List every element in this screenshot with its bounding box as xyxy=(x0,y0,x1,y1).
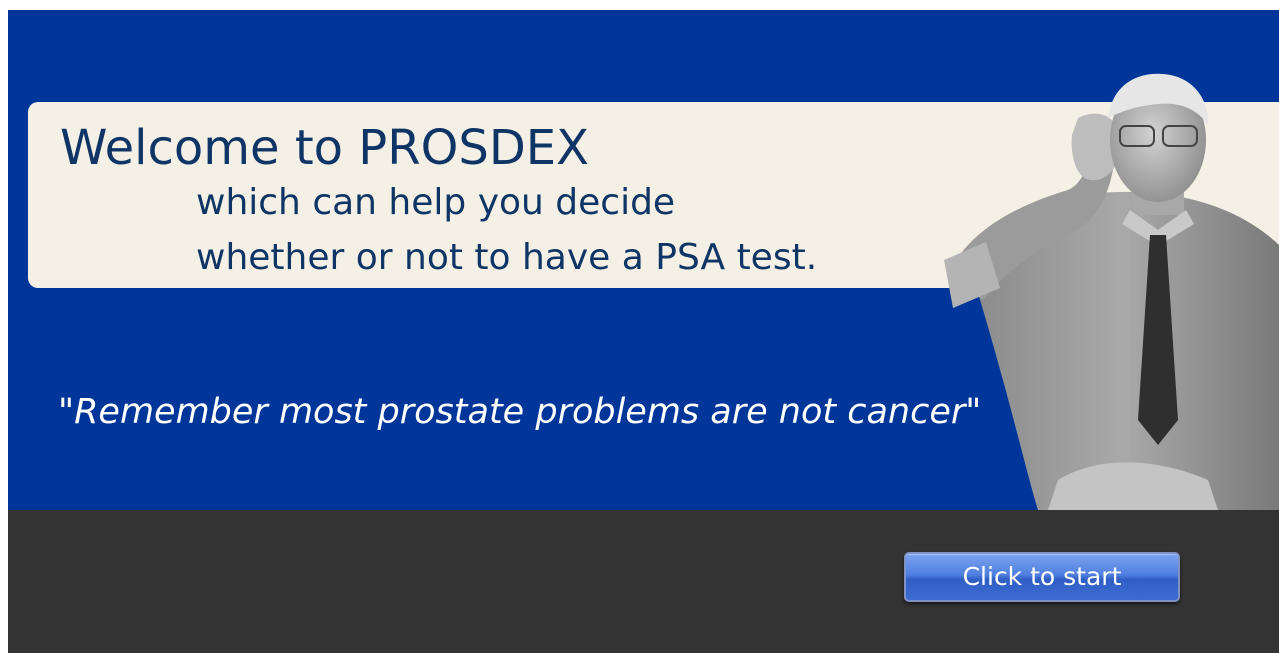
hero-banner: Welcome to PROSDEX which can help you de… xyxy=(8,10,1279,510)
welcome-title: Welcome to PROSDEX xyxy=(60,120,589,176)
welcome-screen: Welcome to PROSDEX which can help you de… xyxy=(8,10,1279,653)
doctor-photo xyxy=(908,60,1279,510)
welcome-subtitle-line-2: whether or not to have a PSA test. xyxy=(196,236,817,280)
quote-text: "Remember most prostate problems are not… xyxy=(58,390,981,434)
welcome-subtitle-line-1: which can help you decide xyxy=(196,181,675,225)
start-button[interactable]: Click to start xyxy=(904,552,1180,602)
bottom-bar: Click to start xyxy=(8,510,1279,653)
